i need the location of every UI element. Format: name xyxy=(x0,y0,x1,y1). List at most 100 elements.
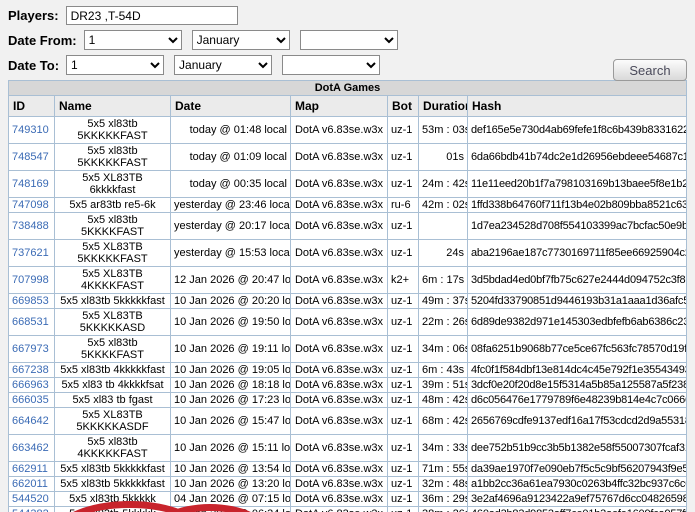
table-row: 666035 5x5 xl83 tb fgast 10 Jan 2026 @ 17:… xyxy=(8,392,687,408)
table-row: 662011 5x5 xl83tb 5kkkkkfast 10 Jan 2026 @… xyxy=(8,476,687,492)
game-id-link[interactable]: 544382 xyxy=(12,508,49,512)
game-map-cell: DotA v6.83se.w3x xyxy=(290,392,388,408)
game-id-link[interactable]: 668531 xyxy=(12,316,49,328)
game-date-cell: 10 Jan 2026 @ 17:23 local xyxy=(170,392,291,408)
game-hash-cell: 1ffd338b64760f711f13b4e02b809bba8521c634 xyxy=(467,197,687,213)
table-row: 737621 5x5 XL83TB 5KKKKKFAST yesterday @ 1… xyxy=(8,239,687,267)
game-id-link[interactable]: 662011 xyxy=(12,478,48,490)
game-id-cell: 544520 xyxy=(8,491,55,507)
column-header-map: Map xyxy=(290,95,388,117)
game-bot-cell: uz-1 xyxy=(387,308,419,336)
date-from-year-select[interactable] xyxy=(299,30,398,50)
game-duration-cell: 53m : 03s xyxy=(418,116,468,144)
game-id-cell: 667238 xyxy=(8,362,55,378)
game-map-cell: DotA v6.83se.w3x xyxy=(290,266,388,294)
game-map-cell: DotA v6.83se.w3x xyxy=(290,491,388,507)
game-id-link[interactable]: 749310 xyxy=(12,124,49,136)
game-duration-cell: 6m : 43s xyxy=(418,362,468,378)
game-id-link[interactable]: 748169 xyxy=(12,178,49,190)
game-name-cell: 5x5 xl83tb 5kkkkkfast xyxy=(54,476,171,492)
date-to-month-select[interactable]: January xyxy=(174,55,273,75)
game-duration-cell xyxy=(418,212,468,240)
game-map-cell: DotA v6.83se.w3x xyxy=(290,362,388,378)
game-id-cell: 667973 xyxy=(8,335,55,363)
game-duration-cell: 6m : 17s xyxy=(418,266,468,294)
table-row: 667973 5x5 xl83tb 5KKKKFAST 10 Jan 2026 @ … xyxy=(8,335,687,363)
game-id-link[interactable]: 663462 xyxy=(12,442,49,454)
table-row: 748169 5x5 XL83TB 6kkkkfast today @ 00:35 … xyxy=(8,170,687,198)
game-id-link[interactable]: 664642 xyxy=(12,415,49,427)
table-row: 707998 5x5 XL83TB 4KKKKFAST 12 Jan 2026 @ … xyxy=(8,266,687,294)
game-date-cell: today @ 00:35 local xyxy=(170,170,291,198)
game-duration-cell: 68m : 42s xyxy=(418,407,468,435)
game-id-link[interactable]: 748547 xyxy=(12,151,49,163)
table-row: 748547 5x5 xl83tb 5KKKKKFAST today @ 01:09… xyxy=(8,143,687,171)
game-hash-cell: 6d89de9382d971e145303edbfefb6ab6386c239b xyxy=(467,308,687,336)
game-id-link[interactable]: 667973 xyxy=(12,343,49,355)
game-id-cell: 747098 xyxy=(8,197,55,213)
game-bot-cell: uz-1 xyxy=(387,491,419,507)
game-map-cell: DotA v6.83se.w3x xyxy=(290,212,388,240)
game-map-cell: DotA v6.83se.w3x xyxy=(290,197,388,213)
table-row: 668531 5x5 XL83TB 5KKKKKASD 10 Jan 2026 @ … xyxy=(8,308,687,336)
column-header-duration: Duration xyxy=(418,95,468,117)
game-id-link[interactable]: 666963 xyxy=(12,379,49,391)
game-id-link[interactable]: 662911 xyxy=(12,463,48,475)
game-hash-cell: d6c056476e1779789f6e48239b814e4c7c066657 xyxy=(467,392,687,408)
game-id-link[interactable]: 747098 xyxy=(12,199,49,211)
game-id-cell: 662011 xyxy=(8,476,55,492)
game-date-cell: yesterday @ 20:17 local xyxy=(170,212,291,240)
table-row: 747098 5x5 ar83tb re5-6k yesterday @ 23:46… xyxy=(8,197,687,213)
game-id-cell: 664642 xyxy=(8,407,55,435)
game-id-link[interactable]: 707998 xyxy=(12,274,49,286)
game-duration-cell: 42m : 02s xyxy=(418,197,468,213)
game-map-cell: DotA v6.83se.w3x xyxy=(290,308,388,336)
table-row: 667238 5x5 xl83tb 4kkkkkfast 10 Jan 2026 @… xyxy=(8,362,687,378)
game-map-cell: DotA v6.83se.w3x xyxy=(290,170,388,198)
game-date-cell: 10 Jan 2026 @ 19:11 local xyxy=(170,335,291,363)
game-bot-cell: uz-1 xyxy=(387,335,419,363)
table-row: 749310 5x5 xl83tb 5KKKKKFAST today @ 01:48… xyxy=(8,116,687,144)
players-row: Players: xyxy=(8,6,687,25)
game-bot-cell: uz-1 xyxy=(387,362,419,378)
game-hash-cell: aba2196ae187c7730169711f85ee66925904c243 xyxy=(467,239,687,267)
game-name-cell: 5x5 xl83tb 4kkkkkfast xyxy=(54,362,171,378)
game-date-cell: today @ 01:48 local xyxy=(170,116,291,144)
game-id-link[interactable]: 666035 xyxy=(12,394,49,406)
game-id-link[interactable]: 669853 xyxy=(12,295,49,307)
game-bot-cell: uz-1 xyxy=(387,239,419,267)
table-row: 664642 5x5 XL83TB 5KKKKKASDF 10 Jan 2026 @… xyxy=(8,407,687,435)
game-name-cell: 5x5 XL83TB 5KKKKKASD xyxy=(54,308,171,336)
game-date-cell: 12 Jan 2026 @ 20:47 local xyxy=(170,266,291,294)
game-date-cell: 10 Jan 2026 @ 19:50 local xyxy=(170,308,291,336)
date-from-label: Date From: xyxy=(8,32,77,48)
game-bot-cell: uz-1 xyxy=(387,392,419,408)
game-id-cell: 662911 xyxy=(8,461,55,477)
game-hash-cell: def165e5e730d4ab69fefe1f8c6b439b83316228 xyxy=(467,116,687,144)
game-id-link[interactable]: 737621 xyxy=(12,247,49,259)
game-hash-cell: 2656769cdfe9137edf16a17f53cdcd2d9a553182 xyxy=(467,407,687,435)
red-logo-partial xyxy=(52,499,270,512)
game-date-cell: 10 Jan 2026 @ 13:54 local xyxy=(170,461,291,477)
date-to-year-select[interactable] xyxy=(282,55,381,75)
players-input[interactable] xyxy=(65,6,238,25)
game-name-cell: 5x5 XL83TB 5KKKKKASDF xyxy=(54,407,171,435)
game-id-link[interactable]: 738488 xyxy=(12,220,49,232)
game-id-link[interactable]: 667238 xyxy=(12,364,49,376)
game-id-cell: 737621 xyxy=(8,239,55,267)
table-title: DotA Games xyxy=(8,80,687,96)
date-to-row: Date To: 1 January xyxy=(8,55,687,75)
game-bot-cell: uz-1 xyxy=(387,476,419,492)
date-from-month-select[interactable]: January xyxy=(191,30,290,50)
game-duration-cell: 49m : 37s xyxy=(418,293,468,309)
game-name-cell: 5x5 xl83tb 5KKKKKFAST xyxy=(54,143,171,171)
search-button[interactable]: Search xyxy=(613,59,687,81)
game-bot-cell: k2+ xyxy=(387,266,419,294)
game-id-cell: 707998 xyxy=(8,266,55,294)
game-bot-cell: uz-1 xyxy=(387,377,419,393)
table-header-row: ID Name Date Map Bot Duration Hash xyxy=(8,95,687,117)
date-from-day-select[interactable]: 1 xyxy=(83,30,182,50)
game-id-link[interactable]: 544520 xyxy=(12,493,49,505)
date-to-day-select[interactable]: 1 xyxy=(66,55,165,75)
game-duration-cell: 38m : 26s xyxy=(418,506,468,512)
